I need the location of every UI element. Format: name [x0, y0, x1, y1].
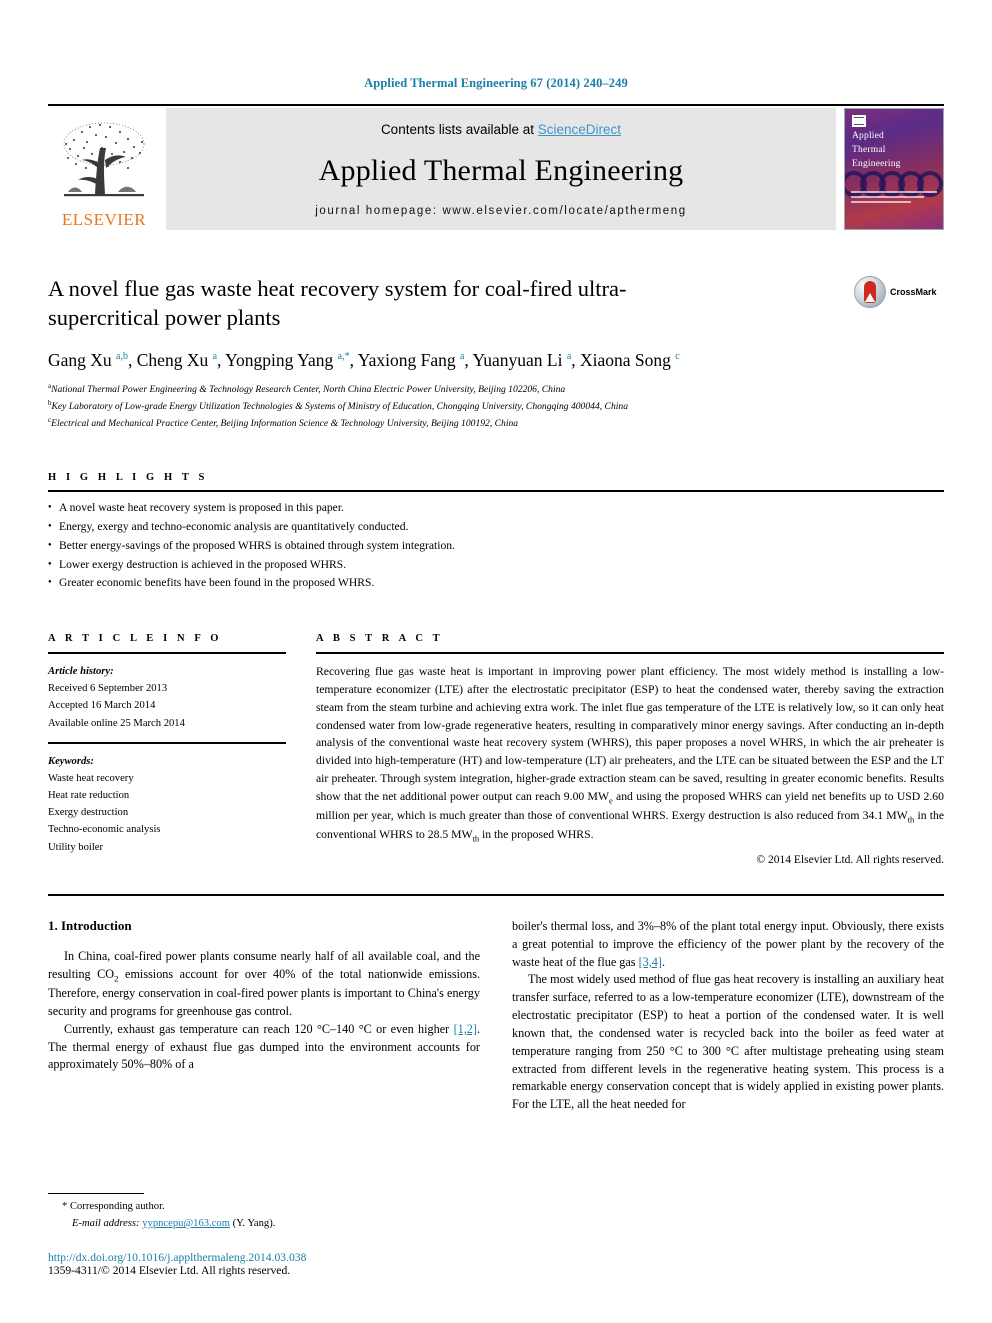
article-history-accepted: Accepted 16 March 2014	[48, 700, 156, 712]
elsevier-wordmark: ELSEVIER	[61, 210, 147, 229]
keywords-label: Keywords:	[48, 755, 94, 767]
running-head: Applied Thermal Engineering 67 (2014) 24…	[364, 76, 628, 90]
list-item: A novel waste heat recovery system is pr…	[48, 499, 944, 518]
intro-paragraph-3: boiler's thermal loss, and 3%–8% of the …	[512, 918, 944, 971]
corresponding-author-note: * Corresponding author.	[62, 1201, 165, 1213]
list-item: Better energy-savings of the proposed WH…	[48, 537, 944, 556]
intro-paragraph-2: Currently, exhaust gas temperature can r…	[48, 1021, 480, 1074]
journal-homepage-line[interactable]: journal homepage: www.elsevier.com/locat…	[315, 205, 687, 217]
crossmark-label: CrossMark	[890, 287, 937, 297]
doi-link[interactable]: http://dx.doi.org/10.1016/j.applthermale…	[48, 1251, 468, 1264]
intro-paragraph-1: In China, coal-fired power plants consum…	[48, 948, 480, 1021]
journal-cover-thumbnail: Applied Thermal Engineering	[844, 108, 944, 230]
body-columns: 1. Introduction In China, coal-fired pow…	[48, 918, 944, 1114]
section-heading-introduction: 1. Introduction	[48, 918, 132, 934]
abstract-rule	[316, 652, 944, 655]
cover-elsevier-mark	[852, 115, 866, 127]
cover-title-line2: Thermal	[852, 144, 886, 155]
author-list: Gang Xu a,b, Cheng Xu a, Yongping Yang a…	[48, 349, 680, 370]
affiliation-a-text: National Thermal Power Engineering & Tec…	[51, 384, 566, 396]
elsevier-tree-icon	[63, 122, 145, 197]
article-info-heading: A R T I C L E I N F O	[48, 633, 223, 645]
abstract-heading: A B S T R A C T	[316, 633, 444, 645]
affiliation-a: aNational Thermal Power Engineering & Te…	[48, 381, 944, 398]
highlights-heading: H I G H L I G H T S	[48, 472, 208, 484]
issn-copyright: 1359-4311/© 2014 Elsevier Ltd. All right…	[48, 1264, 291, 1277]
list-item: Lower exergy destruction is achieved in …	[48, 556, 944, 575]
article-history-block: Article history: Received 6 September 20…	[48, 663, 286, 732]
affiliation-c-text: Electrical and Mechanical Practice Cente…	[51, 418, 519, 430]
keywords-rule	[48, 741, 286, 744]
article-info-rule	[48, 652, 286, 655]
intro-p3-part1: boiler's thermal loss, and 3%–8% of the …	[512, 919, 944, 969]
keyword-item: Utility boiler	[48, 841, 104, 853]
keyword-item: Exergy destruction	[48, 807, 129, 819]
crossmark-badge[interactable]: CrossMark	[854, 276, 944, 308]
journal-masthead: ELSEVIER Contents lists available at Sci…	[48, 108, 944, 230]
email-label: E-mail address:	[72, 1218, 140, 1230]
cover-title-line1: Applied	[852, 131, 885, 141]
keyword-item: Waste heat recovery	[48, 772, 134, 784]
abstract-column: A B S T R A C T Recovering flue gas wast…	[316, 633, 944, 866]
footnote-rule	[48, 1193, 144, 1195]
sciencedirect-link[interactable]: ScienceDirect	[538, 122, 621, 137]
email-owner: (Y. Yang).	[232, 1218, 276, 1230]
crossmark-icon	[854, 276, 886, 308]
cover-title-line3: Engineering	[852, 158, 901, 169]
article-history-received: Received 6 September 2013	[48, 683, 168, 695]
abstract-copyright: © 2014 Elsevier Ltd. All rights reserved…	[756, 854, 944, 867]
paper-page: Applied Thermal Engineering 67 (2014) 24…	[0, 0, 992, 1323]
affiliation-b: bKey Laboratory of Low-grade Energy Util…	[48, 398, 944, 415]
highlights-list: A novel waste heat recovery system is pr…	[48, 499, 944, 593]
highlights-section: H I G H L I G H T S A novel waste heat r…	[48, 472, 944, 593]
contents-available-line: Contents lists available at ScienceDirec…	[381, 122, 621, 137]
list-item: Energy, exergy and techno-economic analy…	[48, 518, 944, 537]
abstract-text-part4: in the proposed WHRS.	[479, 827, 594, 841]
intro-p3-part2: .	[661, 954, 665, 969]
affiliation-c: cElectrical and Mechanical Practice Cent…	[48, 415, 944, 432]
abstract-body: Recovering flue gas waste heat is import…	[316, 663, 944, 845]
intro-paragraph-4: The most widely used method of flue gas …	[512, 972, 944, 1112]
email-link[interactable]: yypncepu@163.com	[142, 1218, 230, 1229]
keyword-item: Techno-economic analysis	[48, 824, 161, 836]
body-top-rule	[48, 894, 944, 897]
affiliation-b-text: Key Laboratory of Low-grade Energy Utili…	[51, 401, 629, 413]
title-block: A novel flue gas waste heat recovery sys…	[48, 274, 944, 333]
email-line: E-mail address: yypncepu@163.com (Y. Yan…	[48, 1216, 468, 1233]
body-right-column: boiler's thermal loss, and 3%–8% of the …	[512, 918, 944, 1114]
masthead-center-panel: Contents lists available at ScienceDirec…	[166, 108, 836, 230]
intro-p2-part1: Currently, exhaust gas temperature can r…	[64, 1021, 454, 1036]
masthead-top-rule	[48, 104, 944, 106]
cover-text-lines	[851, 191, 937, 207]
abstract-text-part1: Recovering flue gas waste heat is import…	[316, 665, 944, 803]
info-abstract-row: A R T I C L E I N F O Article history: R…	[48, 633, 944, 866]
keywords-block: Keywords: Waste heat recovery Heat rate …	[48, 753, 286, 856]
list-item: Greater economic benefits have been foun…	[48, 574, 944, 593]
page-footer: * Corresponding author. E-mail address: …	[48, 1193, 468, 1277]
article-info-column: A R T I C L E I N F O Article history: R…	[48, 633, 286, 866]
keyword-item: Heat rate reduction	[48, 790, 130, 802]
citation-link-1-2[interactable]: [1,2]	[454, 1022, 477, 1036]
contents-prefix: Contents lists available at	[380, 122, 538, 137]
body-left-column: 1. Introduction In China, coal-fired pow…	[48, 918, 480, 1114]
affiliations: aNational Thermal Power Engineering & Te…	[48, 381, 944, 432]
article-history-label: Article history:	[48, 666, 114, 678]
article-history-online: Available online 25 March 2014	[48, 717, 185, 729]
page-title: A novel flue gas waste heat recovery sys…	[48, 276, 627, 331]
journal-title: Applied Thermal Engineering	[318, 154, 684, 187]
citation-link-3-4[interactable]: [3,4]	[639, 955, 662, 969]
highlights-rule	[48, 490, 944, 493]
elsevier-logo: ELSEVIER	[48, 108, 160, 230]
